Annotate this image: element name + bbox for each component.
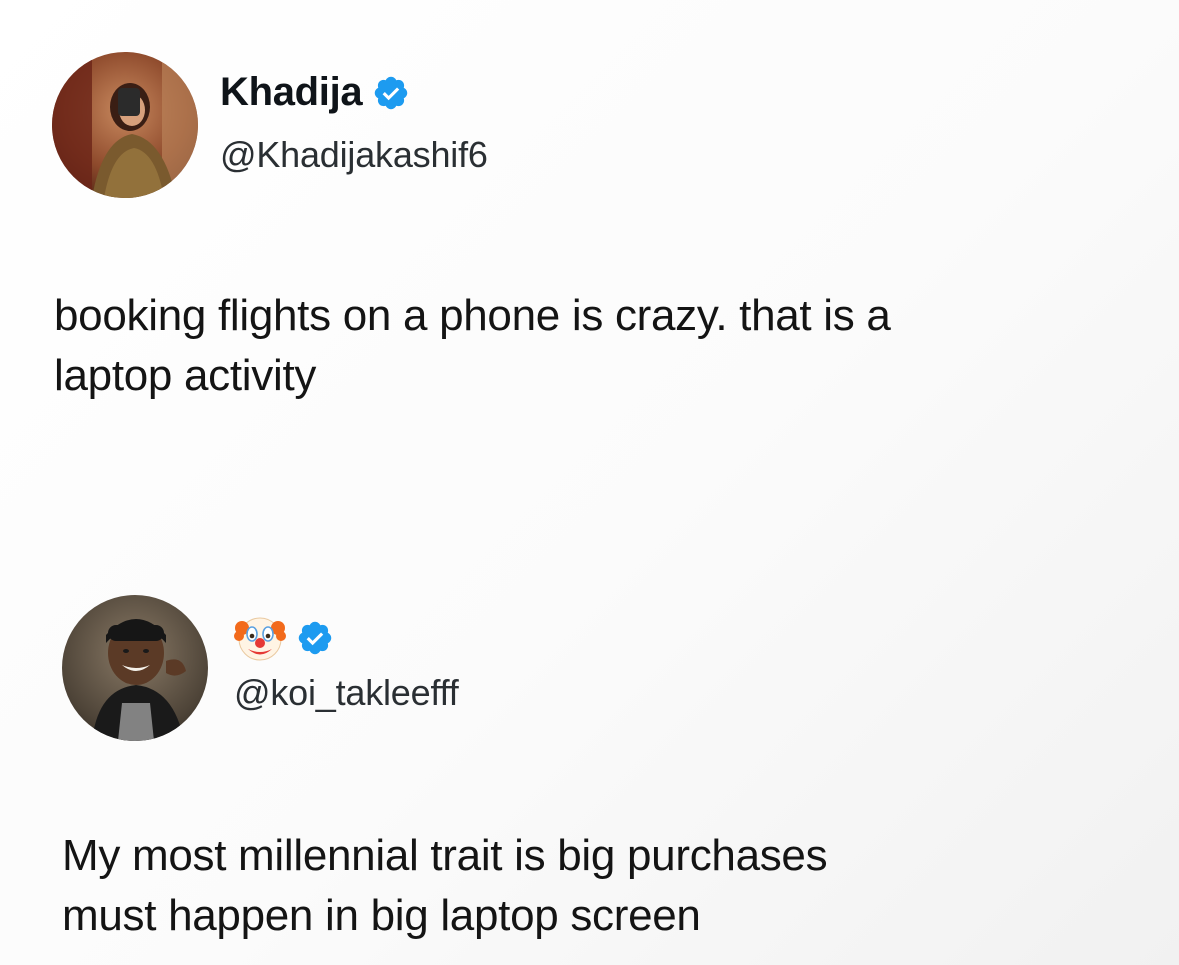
verified-badge-icon bbox=[296, 619, 334, 657]
verified-badge-icon bbox=[372, 74, 410, 112]
tweet-text-line: must happen in big laptop screen bbox=[62, 891, 701, 940]
tweet-text: booking flights on a phone is crazy. tha… bbox=[54, 286, 1154, 406]
tweet-card-2: @koi_takleefff My most millennial trait … bbox=[0, 540, 1179, 965]
author-name-row: Khadija bbox=[220, 70, 410, 115]
author-handle[interactable]: @koi_takleefff bbox=[234, 672, 459, 714]
tweet-text-line: booking flights on a phone is crazy. tha… bbox=[54, 291, 891, 340]
display-name[interactable]: Khadija bbox=[220, 70, 363, 115]
avatar[interactable] bbox=[52, 52, 198, 198]
tweet-text-line: My most millennial trait is big purchase… bbox=[62, 831, 828, 880]
tweet-text: My most millennial trait is big purchase… bbox=[62, 826, 1162, 946]
clown-face-emoji-icon[interactable] bbox=[234, 612, 286, 664]
author-name-row bbox=[234, 612, 334, 664]
tweet-text-line: laptop activity bbox=[54, 351, 317, 400]
tweet-card-1: Khadija @Khadijakashif6 booking flights … bbox=[0, 0, 1179, 480]
avatar[interactable] bbox=[62, 595, 208, 741]
author-handle[interactable]: @Khadijakashif6 bbox=[220, 134, 488, 176]
